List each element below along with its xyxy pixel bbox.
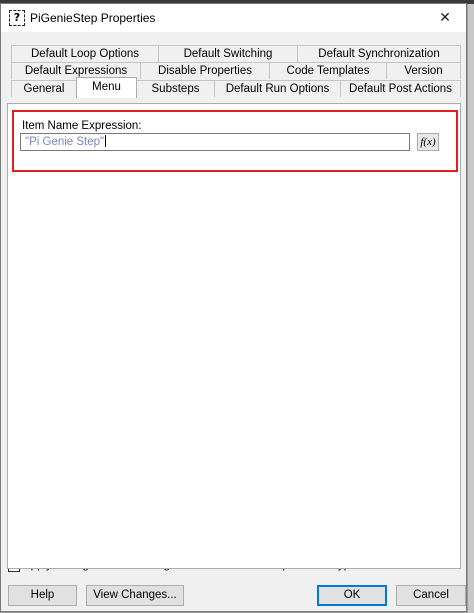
item-name-expression-label: Item Name Expression: [22, 120, 142, 132]
item-name-expression-value: "Pi Genie Step" [25, 136, 105, 148]
tab-default-loop-options[interactable]: Default Loop Options [11, 45, 159, 62]
view-changes-button[interactable]: View Changes... [86, 585, 184, 606]
tab-substeps[interactable]: Substeps [136, 80, 215, 97]
close-icon[interactable]: ✕ [430, 5, 460, 31]
expression-browse-button[interactable]: f(x) [417, 133, 439, 151]
text-caret [105, 135, 107, 147]
tab-menu[interactable]: Menu [76, 77, 137, 98]
properties-dialog: ? PiGenieStep Properties ✕ Default Loop … [0, 3, 467, 612]
tab-general[interactable]: General [11, 80, 77, 97]
background-edge [468, 4, 474, 613]
ok-button[interactable]: OK [317, 585, 387, 606]
cancel-button[interactable]: Cancel [396, 585, 466, 606]
title-bar[interactable]: ? PiGenieStep Properties ✕ [1, 4, 466, 32]
menu-tab-panel [7, 103, 461, 569]
tab-code-templates[interactable]: Code Templates [269, 62, 387, 79]
tab-default-run-options[interactable]: Default Run Options [214, 80, 341, 97]
item-name-expression-input[interactable]: "Pi Genie Step" [20, 133, 410, 151]
window-title: PiGenieStep Properties [30, 11, 156, 25]
pigenie-step-icon: ? [9, 10, 25, 26]
tab-default-switching[interactable]: Default Switching [158, 45, 298, 62]
tab-default-synchronization[interactable]: Default Synchronization [297, 45, 461, 62]
dialog-client-area: Default Loop Options Default Switching D… [1, 32, 466, 611]
tab-version[interactable]: Version [386, 62, 461, 79]
tab-default-post-actions[interactable]: Default Post Actions [340, 80, 461, 97]
help-button[interactable]: Help [8, 585, 77, 606]
tab-disable-properties[interactable]: Disable Properties [140, 62, 270, 79]
